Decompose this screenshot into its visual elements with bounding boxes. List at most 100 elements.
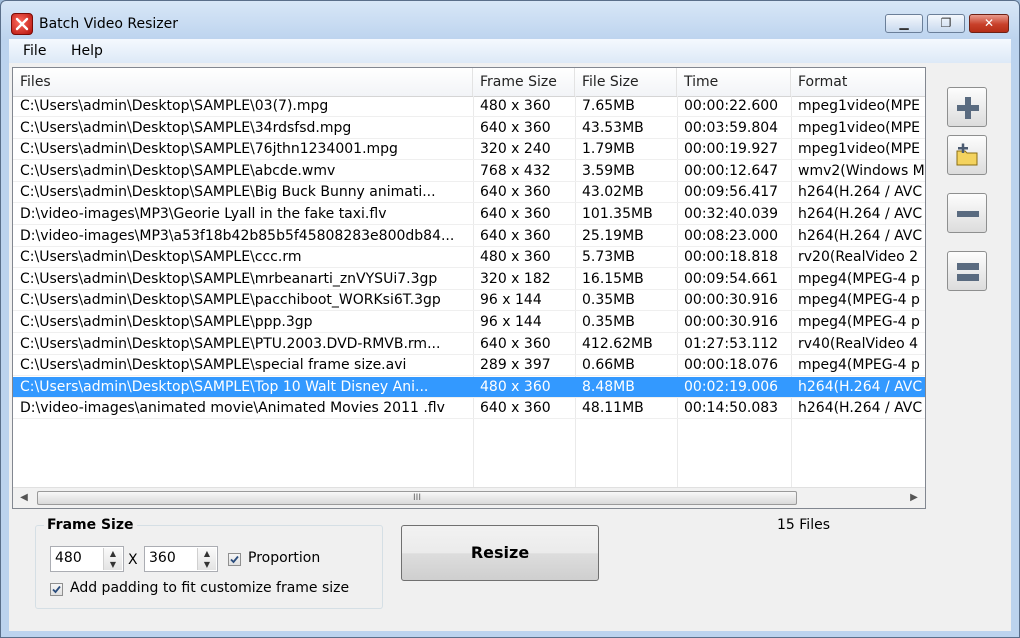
column-header-file-size[interactable]: File Size xyxy=(575,68,677,96)
table-row[interactable]: C:\Users\admin\Desktop\SAMPLE\03(7).mpg 4… xyxy=(13,96,925,117)
file-count: 15 Files xyxy=(777,517,830,533)
menu-file-label: File xyxy=(23,43,47,59)
table-row[interactable]: C:\Users\admin\Desktop\SAMPLE\34rdsfsd.m… xyxy=(13,118,925,139)
remove-file-button[interactable] xyxy=(947,193,987,233)
cell-frame-size: 96 x 144 xyxy=(480,314,542,330)
cell-format: h264(H.264 / AVC xyxy=(798,184,923,201)
cell-file-size: 0.35MB xyxy=(582,292,635,309)
dimension-separator: X xyxy=(128,552,138,568)
cell-time: 00:03:59.804 xyxy=(684,119,779,136)
resize-button[interactable]: Resize xyxy=(401,525,599,581)
cell-file-size: 25.19MB xyxy=(582,227,644,244)
maximize-button[interactable]: ❐ xyxy=(927,14,965,33)
cell-time: 00:00:19.927 xyxy=(684,141,779,158)
cell-time: 00:09:56.417 xyxy=(684,184,779,201)
scroll-thumb[interactable]: III xyxy=(37,491,797,505)
minimize-button[interactable]: ▁ xyxy=(885,14,923,33)
cell-format: wmv2(Windows M xyxy=(798,162,925,179)
proportion-label: Proportion xyxy=(248,550,321,566)
column-header-format[interactable]: Format xyxy=(791,68,925,96)
cell-file-size: 43.53MB xyxy=(582,119,644,136)
window-title: Batch Video Resizer xyxy=(39,16,178,32)
cell-time: 00:32:40.039 xyxy=(684,206,779,222)
height-spin-arrows[interactable]: ▲ ▼ xyxy=(197,548,216,570)
cell-file-path: C:\Users\admin\Desktop\SAMPLE\mrbeanarti… xyxy=(20,270,438,287)
column-header-files[interactable]: Files xyxy=(13,68,473,96)
table-row[interactable]: C:\Users\admin\Desktop\SAMPLE\abcde.wmv 7… xyxy=(13,161,925,182)
table-row[interactable]: D:\video-images\animated movie\Animated … xyxy=(13,398,925,420)
cell-file-path: C:\Users\admin\Desktop\SAMPLE\PTU.2003.D… xyxy=(20,335,441,352)
table-row[interactable]: C:\Users\admin\Desktop\SAMPLE\special fr… xyxy=(13,355,925,377)
cell-file-size: 412.62MB xyxy=(582,335,653,352)
spin-up-icon[interactable]: ▲ xyxy=(104,548,122,559)
cell-time: 01:27:53.112 xyxy=(684,335,779,352)
main-panel: Files Frame Size File Size Time Format C… xyxy=(9,63,1011,631)
close-button[interactable]: ✕ xyxy=(969,14,1009,33)
cell-frame-size: 768 x 432 xyxy=(480,162,551,179)
cell-frame-size: 480 x 360 xyxy=(480,378,551,395)
table-row[interactable]: C:\Users\admin\Desktop\SAMPLE\Big Buck B… xyxy=(13,182,925,204)
cell-frame-size: 96 x 144 xyxy=(480,292,542,309)
cell-file-path: C:\Users\admin\Desktop\SAMPLE\special fr… xyxy=(20,357,407,374)
file-list-header: Files Frame Size File Size Time Format xyxy=(13,68,925,97)
cell-format: h264(H.264 / AVC xyxy=(798,400,923,417)
horizontal-scrollbar[interactable]: ◀ III ▶ xyxy=(13,487,925,508)
menu-help[interactable]: Help xyxy=(71,43,103,59)
table-row[interactable]: C:\Users\admin\Desktop\SAMPLE\mrbeanarti… xyxy=(13,269,925,290)
cell-file-size: 0.66MB xyxy=(582,357,635,374)
scroll-left-arrow[interactable]: ◀ xyxy=(15,488,33,508)
spin-up-icon[interactable]: ▲ xyxy=(198,548,216,559)
table-row[interactable]: D:\video-images\MP3\a53f18b42b85b5f45808… xyxy=(13,226,925,247)
app-window: Batch Video Resizer ▁ ❐ ✕ File Help File… xyxy=(0,0,1020,638)
spin-down-icon[interactable]: ▼ xyxy=(104,559,122,570)
plus-icon xyxy=(957,97,979,119)
width-spin-arrows[interactable]: ▲ ▼ xyxy=(103,548,122,570)
add-folder-button[interactable] xyxy=(947,135,987,175)
cell-file-path: C:\Users\admin\Desktop\SAMPLE\pacchiboot… xyxy=(20,292,441,309)
cell-file-size: 0.35MB xyxy=(582,314,635,330)
cell-file-size: 8.48MB xyxy=(582,378,635,395)
cell-file-size: 1.79MB xyxy=(582,141,635,158)
cell-file-path: D:\video-images\MP3\a53f18b42b85b5f45808… xyxy=(20,227,455,244)
add-file-button[interactable] xyxy=(947,87,987,127)
app-icon xyxy=(11,13,33,35)
cell-file-path: C:\Users\admin\Desktop\SAMPLE\ppp.3gp xyxy=(20,314,313,330)
title-bar: Batch Video Resizer ▁ ❐ ✕ xyxy=(1,1,1019,39)
height-spinner[interactable]: 360 ▲ ▼ xyxy=(144,546,218,572)
cell-format: mpeg4(MPEG-4 p xyxy=(798,270,920,287)
cell-file-path: C:\Users\admin\Desktop\SAMPLE\ccc.rm xyxy=(20,249,302,266)
frame-size-group: Frame Size 480 ▲ ▼ X 360 ▲ ▼ Proportion xyxy=(35,517,383,609)
cell-time: 00:09:54.661 xyxy=(684,270,779,287)
width-value[interactable]: 480 xyxy=(55,550,82,566)
table-row[interactable]: C:\Users\admin\Desktop\SAMPLE\Top 10 Wal… xyxy=(13,376,925,398)
cell-file-path: D:\video-images\animated movie\Animated … xyxy=(20,400,445,417)
table-row[interactable]: C:\Users\admin\Desktop\SAMPLE\pacchiboot… xyxy=(13,290,925,312)
cell-frame-size: 480 x 360 xyxy=(480,249,551,266)
cell-format: h264(H.264 / AVC xyxy=(798,378,923,395)
clear-list-button[interactable] xyxy=(947,251,987,291)
proportion-checkbox[interactable] xyxy=(228,553,241,566)
cell-file-size: 5.73MB xyxy=(582,249,635,266)
cell-file-path: C:\Users\admin\Desktop\SAMPLE\abcde.wmv xyxy=(20,162,336,179)
spin-down-icon[interactable]: ▼ xyxy=(198,559,216,570)
cell-frame-size: 640 x 360 xyxy=(480,400,551,417)
table-row[interactable]: C:\Users\admin\Desktop\SAMPLE\ppp.3gp 96 … xyxy=(13,312,925,333)
scroll-right-arrow[interactable]: ▶ xyxy=(905,488,923,508)
padding-checkbox[interactable] xyxy=(50,583,63,596)
height-value[interactable]: 360 xyxy=(149,550,176,566)
width-spinner[interactable]: 480 ▲ ▼ xyxy=(50,546,124,572)
table-row[interactable]: C:\Users\admin\Desktop\SAMPLE\PTU.2003.D… xyxy=(13,334,925,355)
table-row[interactable]: C:\Users\admin\Desktop\SAMPLE\ccc.rm 480 … xyxy=(13,247,925,269)
table-row[interactable]: D:\video-images\MP3\Georie Lyall in the … xyxy=(13,204,925,225)
table-row[interactable]: C:\Users\admin\Desktop\SAMPLE\76jthn1234… xyxy=(13,139,925,161)
file-list[interactable]: Files Frame Size File Size Time Format C… xyxy=(12,67,926,509)
cell-format: rv20(RealVideo 2 xyxy=(798,249,919,266)
cell-time: 00:00:18.818 xyxy=(684,249,779,266)
cell-format: mpeg4(MPEG-4 p xyxy=(798,357,920,374)
column-header-frame-size[interactable]: Frame Size xyxy=(473,68,575,96)
cell-file-path: C:\Users\admin\Desktop\SAMPLE\Big Buck B… xyxy=(20,184,436,201)
frame-size-title: Frame Size xyxy=(44,517,137,533)
clear-all-icon xyxy=(957,263,979,281)
column-header-time[interactable]: Time xyxy=(677,68,791,96)
menu-file[interactable]: File xyxy=(23,43,46,59)
